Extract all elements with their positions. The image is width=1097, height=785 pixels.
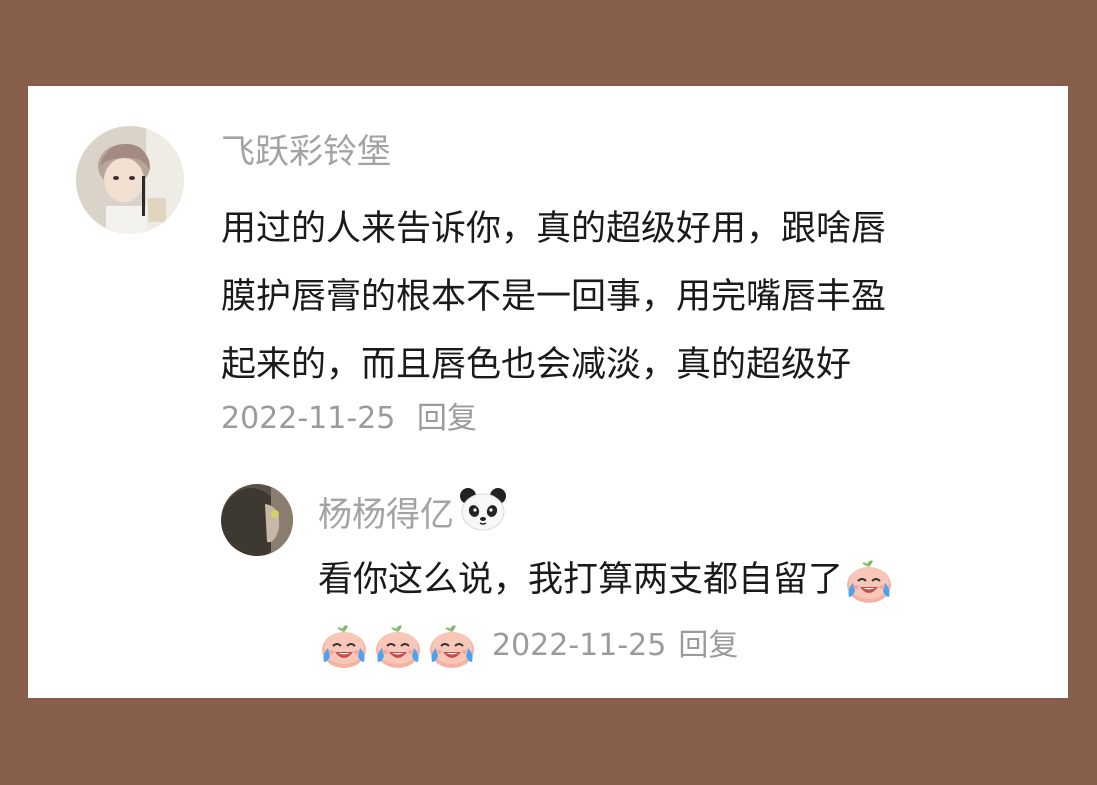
comment-line: 起来的，而且唇色也会减淡，真的超级好 bbox=[221, 345, 852, 385]
panda-emoji bbox=[458, 486, 508, 532]
comment-line: 膜护唇膏的根本不是一回事，用完嘴唇丰盈 bbox=[221, 277, 887, 317]
comment-username[interactable]: 飞跃彩铃堡 bbox=[221, 130, 391, 174]
crying-laugh-emoji bbox=[318, 622, 370, 670]
reply-button[interactable]: 回复 bbox=[417, 401, 477, 436]
reply-button[interactable]: 回复 bbox=[678, 616, 738, 676]
reply-content: 看你这么说，我打算两支都自留了 2022-11-25 回复 bbox=[318, 550, 895, 676]
crying-laugh-emoji bbox=[426, 622, 478, 670]
reply-text: 看你这么说，我打算两支都自留了 bbox=[318, 560, 844, 600]
reply-date: 2022-11-25 bbox=[492, 628, 667, 663]
comment-card: 飞跃彩铃堡 用过的人来告诉你，真的超级好用，跟啥唇 膜护唇膏的根本不是一回事，用… bbox=[28, 86, 1068, 698]
reply-username[interactable]: 杨杨得亿 bbox=[318, 495, 454, 535]
reply-username-row: 杨杨得亿 bbox=[318, 486, 508, 537]
avatar[interactable] bbox=[76, 126, 184, 234]
comment-meta: 2022-11-25 回复 bbox=[221, 399, 477, 439]
comment-content: 用过的人来告诉你，真的超级好用，跟啥唇 膜护唇膏的根本不是一回事，用完嘴唇丰盈 … bbox=[221, 195, 886, 399]
crying-laugh-emoji bbox=[372, 622, 424, 670]
crying-laugh-emoji bbox=[843, 557, 895, 605]
comment-date: 2022-11-25 bbox=[221, 401, 396, 436]
reply-avatar[interactable] bbox=[221, 484, 293, 556]
comment-line: 用过的人来告诉你，真的超级好用，跟啥唇 bbox=[221, 209, 887, 249]
